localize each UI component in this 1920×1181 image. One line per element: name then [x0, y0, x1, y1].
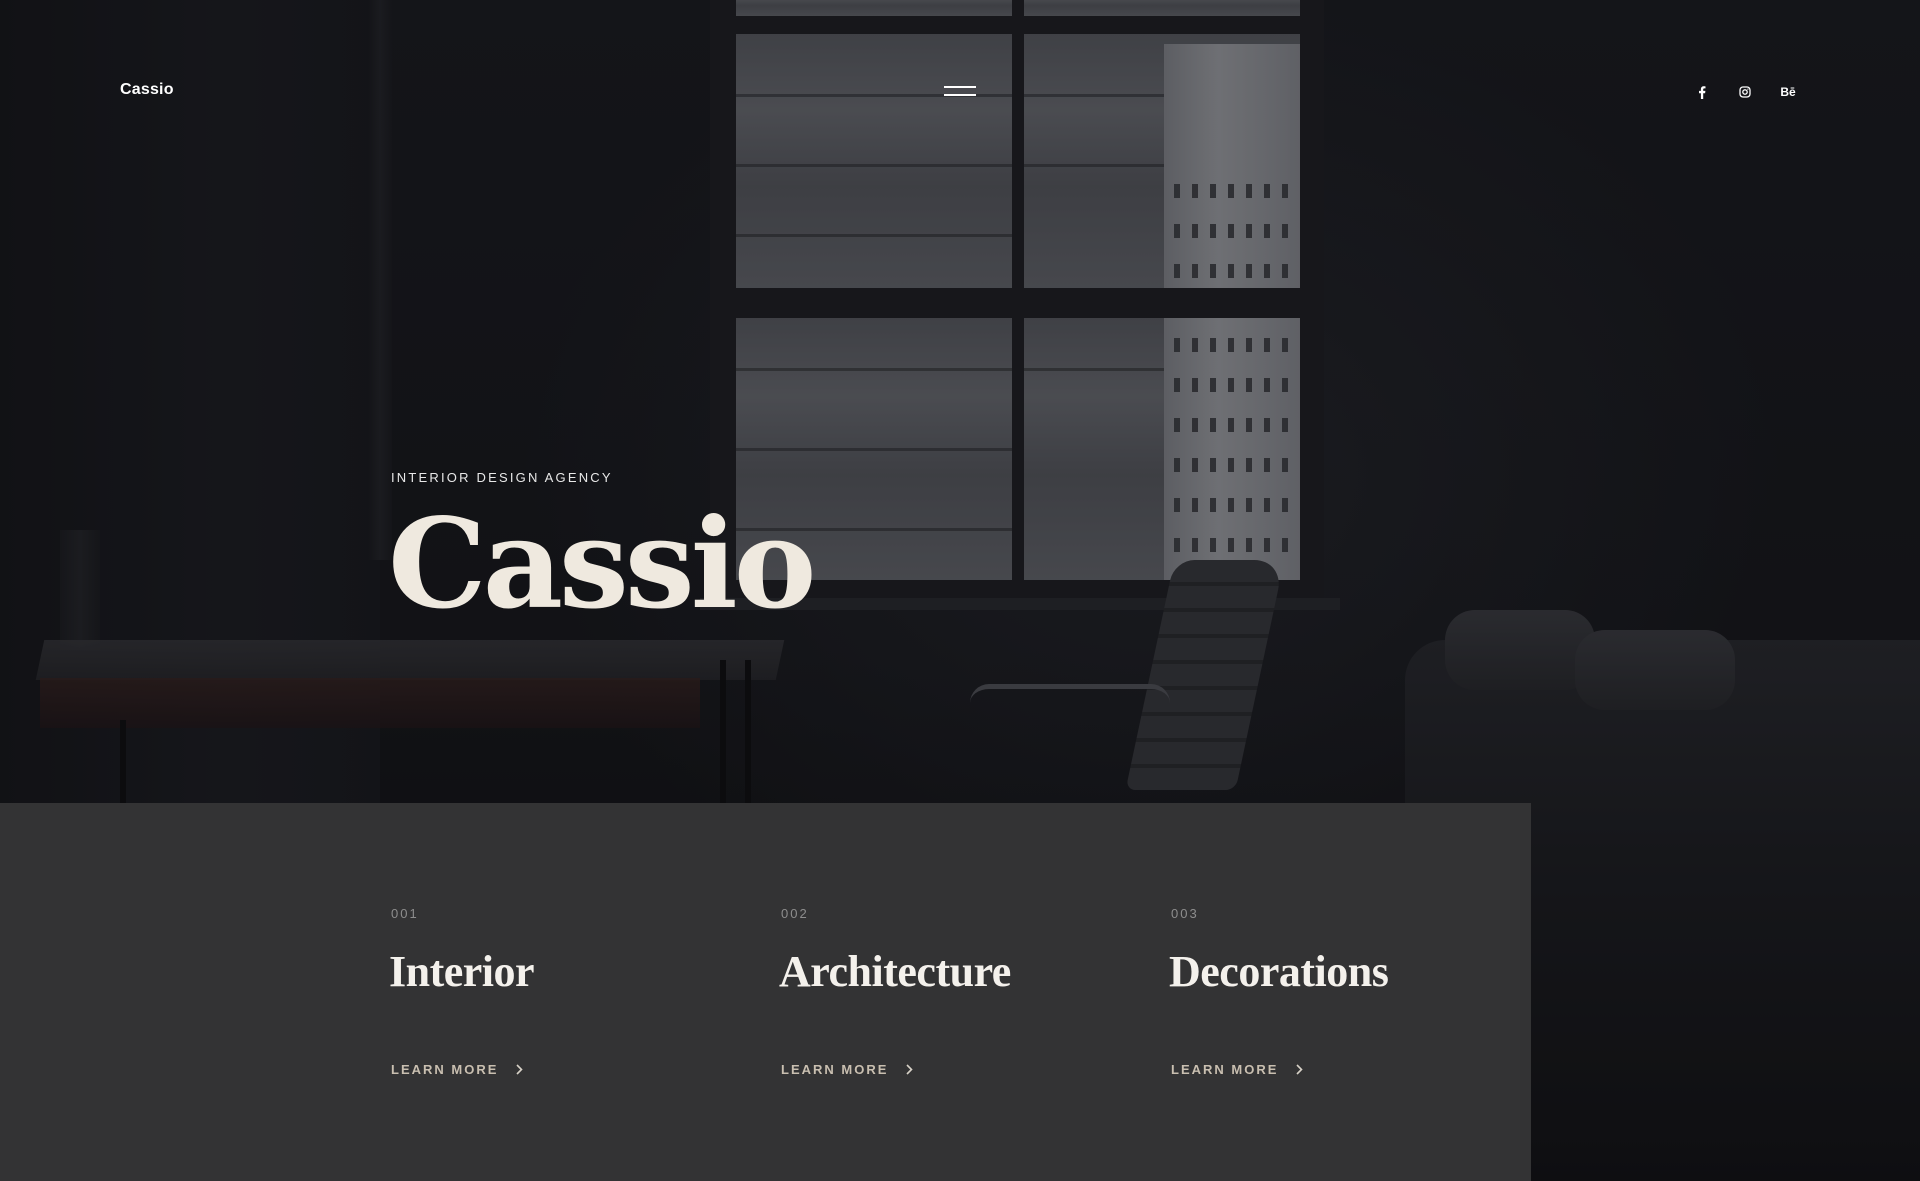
service-number: 001 — [391, 906, 419, 921]
page: Cassio Bē INTERIOR DESIGN AGENCY Cassio … — [0, 0, 1920, 1181]
service-title: Decorations — [1169, 947, 1389, 996]
service-title: Interior — [389, 947, 535, 996]
learn-more-label: LEARN MORE — [781, 1062, 889, 1077]
facebook-glyph — [1699, 85, 1706, 99]
learn-more-link[interactable]: LEARN MORE — [391, 1062, 524, 1077]
service-number: 003 — [1171, 906, 1199, 921]
service-title: Architecture — [779, 947, 1011, 996]
chevron-right-icon — [906, 1064, 914, 1075]
hamburger-menu-icon[interactable] — [944, 84, 976, 98]
service-number: 002 — [781, 906, 809, 921]
behance-icon[interactable]: Bē — [1776, 83, 1800, 101]
instagram-glyph — [1739, 86, 1751, 98]
learn-more-label: LEARN MORE — [1171, 1062, 1279, 1077]
learn-more-link[interactable]: LEARN MORE — [1171, 1062, 1304, 1077]
hero-eyebrow: INTERIOR DESIGN AGENCY — [391, 470, 613, 485]
chevron-right-icon — [516, 1064, 524, 1075]
site-logo[interactable]: Cassio — [120, 81, 174, 99]
services-panel: 001 Interior LEARN MORE 002 Architecture… — [0, 803, 1531, 1181]
facebook-icon[interactable] — [1690, 83, 1714, 101]
hero-title: Cassio — [388, 492, 816, 637]
social-links: Bē — [1671, 83, 1800, 101]
chevron-right-icon — [1296, 1064, 1304, 1075]
learn-more-link[interactable]: LEARN MORE — [781, 1062, 914, 1077]
learn-more-label: LEARN MORE — [391, 1062, 499, 1077]
instagram-icon[interactable] — [1733, 83, 1757, 101]
